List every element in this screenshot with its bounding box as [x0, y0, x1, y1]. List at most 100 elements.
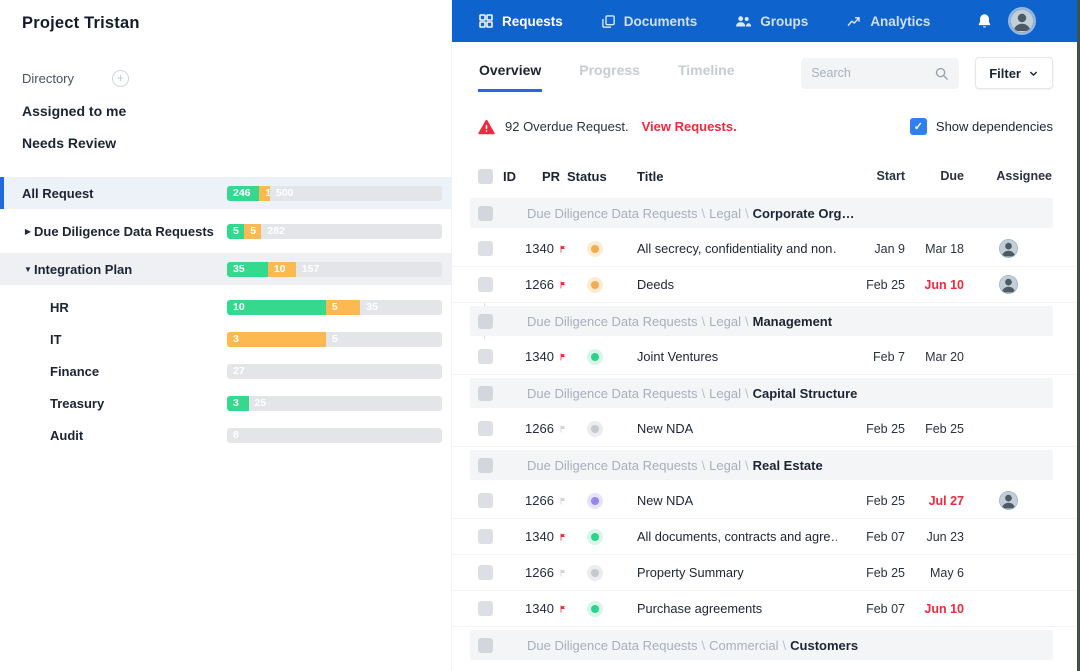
bell-icon[interactable] — [976, 12, 993, 30]
overdue-alert-row: 92 Overdue Request. View Requests. ✓ Sho… — [452, 92, 1080, 135]
request-title[interactable]: Purchase agreements — [637, 601, 837, 616]
row-checkbox[interactable] — [478, 601, 493, 616]
main-pane: Requests Documents Groups Analytics Overvie… — [452, 0, 1080, 671]
group-header-row[interactable]: Due Diligence Data Requests\Legal\Real E… — [452, 447, 1080, 483]
priority-flag-icon[interactable] — [542, 349, 567, 365]
table-row[interactable]: 1266 Deeds Feb 25 Jun 10 — [452, 267, 1080, 303]
row-checkbox[interactable] — [478, 493, 493, 508]
status-dot — [567, 277, 637, 293]
group-header-row[interactable]: Due Diligence Data Requests\Legal\Capita… — [452, 375, 1080, 411]
row-checkbox[interactable] — [478, 386, 493, 401]
sidebar-item-hr[interactable]: HR10535 — [0, 291, 452, 323]
priority-flag-icon[interactable] — [542, 529, 567, 545]
row-checkbox[interactable] — [478, 314, 493, 329]
directory-row: Directory + — [22, 70, 452, 87]
priority-flag-icon[interactable] — [542, 421, 567, 437]
row-checkbox[interactable] — [478, 529, 493, 544]
progress-bar: 325 — [227, 396, 442, 411]
analytics-icon — [846, 14, 862, 29]
sidebar-item-audit[interactable]: Audit8 — [0, 419, 452, 451]
sidebar: Project Tristan Directory + Assigned to … — [0, 0, 452, 671]
row-checkbox[interactable] — [478, 206, 493, 221]
user-avatar[interactable] — [1008, 7, 1036, 35]
due-date: Mar 18 — [905, 242, 964, 256]
table-row[interactable]: 1340 Purchase agreements Feb 07 Jun 10 — [452, 591, 1080, 627]
tab-progress[interactable]: Progress — [578, 54, 641, 92]
caret-right-icon[interactable]: ▶ — [22, 227, 34, 236]
add-directory-icon[interactable]: + — [112, 70, 129, 87]
priority-flag-icon[interactable] — [542, 241, 567, 257]
row-checkbox[interactable] — [478, 421, 493, 436]
priority-flag-icon[interactable] — [542, 277, 567, 293]
search-input[interactable] — [811, 66, 934, 80]
filter-label: Filter — [989, 66, 1021, 81]
table-row[interactable]: 1266 Property Summary Feb 25 May 6 — [452, 555, 1080, 591]
column-header-status: Status — [567, 169, 637, 184]
priority-flag-icon[interactable] — [542, 493, 567, 509]
table-row[interactable]: 1340 Joint Ventures Feb 7 Mar 20 — [452, 339, 1080, 375]
dependencies-checkbox[interactable]: ✓ — [910, 118, 927, 135]
group-header-row[interactable]: Due Diligence Data Requests\Commercial\C… — [452, 627, 1080, 663]
search-icon — [934, 66, 949, 81]
status-dot — [567, 241, 637, 257]
column-header-due: Due — [905, 169, 964, 183]
sidebar-item-due-diligence-data-requests[interactable]: ▶Due Diligence Data Requests55282 — [0, 215, 452, 247]
request-title[interactable]: New NDA — [637, 493, 837, 508]
tab-timeline[interactable]: Timeline — [677, 54, 736, 92]
sidebar-item-needs-review[interactable]: Needs Review — [22, 135, 452, 151]
filter-button[interactable]: Filter — [975, 57, 1053, 89]
select-all-checkbox[interactable] — [478, 169, 493, 184]
show-dependencies-toggle[interactable]: ✓ Show dependencies — [910, 118, 1053, 135]
nav-item-analytics[interactable]: Analytics — [846, 14, 930, 29]
status-dot — [567, 349, 637, 365]
row-checkbox[interactable] — [478, 241, 493, 256]
priority-flag-icon[interactable] — [542, 601, 567, 617]
request-title[interactable]: Deeds — [637, 277, 837, 292]
request-title[interactable]: New NDA — [637, 421, 837, 436]
row-checkbox[interactable] — [478, 349, 493, 364]
view-requests-link[interactable]: View Requests. — [642, 119, 737, 134]
start-date: Feb 25 — [837, 566, 905, 580]
row-checkbox[interactable] — [478, 638, 493, 653]
assignee-cell — [964, 275, 1052, 294]
tab-overview[interactable]: Overview — [478, 54, 542, 92]
search-box[interactable] — [801, 58, 959, 89]
sidebar-item-it[interactable]: IT35 — [0, 323, 452, 355]
table-row[interactable]: 1340 All secrecy, confidentiality and no… — [452, 231, 1080, 267]
due-date: May 6 — [905, 566, 964, 580]
table-row[interactable]: 1266 New NDA Feb 25 Feb 25 — [452, 411, 1080, 447]
request-id: 1340 — [503, 241, 542, 256]
chevron-down-icon — [1028, 68, 1039, 79]
progress-bar: 35 — [227, 332, 442, 347]
due-date: Mar 20 — [905, 350, 964, 364]
directory-label: Directory — [22, 71, 74, 86]
request-id: 1266 — [503, 277, 542, 292]
nav-item-groups[interactable]: Groups — [735, 14, 808, 29]
sidebar-item-all-request[interactable]: All Request2461500 — [0, 177, 452, 209]
table-header: ID PR Status Title Start Due Assignee — [452, 157, 1080, 195]
row-checkbox[interactable] — [478, 458, 493, 473]
priority-flag-icon[interactable] — [542, 565, 567, 581]
progress-bar: 2461500 — [227, 186, 442, 201]
row-checkbox[interactable] — [478, 565, 493, 580]
request-title[interactable]: All secrecy, confidentiality and non… — [637, 241, 837, 256]
group-header-row[interactable]: Due Diligence Data Requests\Legal\Corpor… — [452, 195, 1080, 231]
request-title[interactable]: All documents, contracts and agre… — [637, 529, 837, 544]
sidebar-item-finance[interactable]: Finance27 — [0, 355, 452, 387]
sidebar-item-assigned-to-me[interactable]: Assigned to me — [22, 103, 452, 119]
row-checkbox[interactable] — [478, 277, 493, 292]
table-row[interactable]: 1340 All documents, contracts and agre… … — [452, 519, 1080, 555]
caret-down-icon[interactable]: ▼ — [22, 265, 34, 274]
sidebar-item-treasury[interactable]: Treasury325 — [0, 387, 452, 419]
nav-item-requests[interactable]: Requests — [478, 13, 563, 29]
sidebar-item-integration-plan[interactable]: ▼Integration Plan3510157 — [0, 253, 452, 285]
progress-bar: 27 — [227, 364, 442, 379]
progress-bar: 8 — [227, 428, 442, 443]
request-title[interactable]: Property Summary — [637, 565, 837, 580]
navbar-right — [976, 7, 1080, 35]
nav-item-documents[interactable]: Documents — [601, 14, 698, 29]
request-title[interactable]: Joint Ventures — [637, 349, 837, 364]
group-header-row[interactable]: Due Diligence Data Requests\Legal\Manage… — [452, 303, 1080, 339]
warning-icon — [478, 119, 495, 135]
table-row[interactable]: 1266 New NDA Feb 25 Jul 27 — [452, 483, 1080, 519]
